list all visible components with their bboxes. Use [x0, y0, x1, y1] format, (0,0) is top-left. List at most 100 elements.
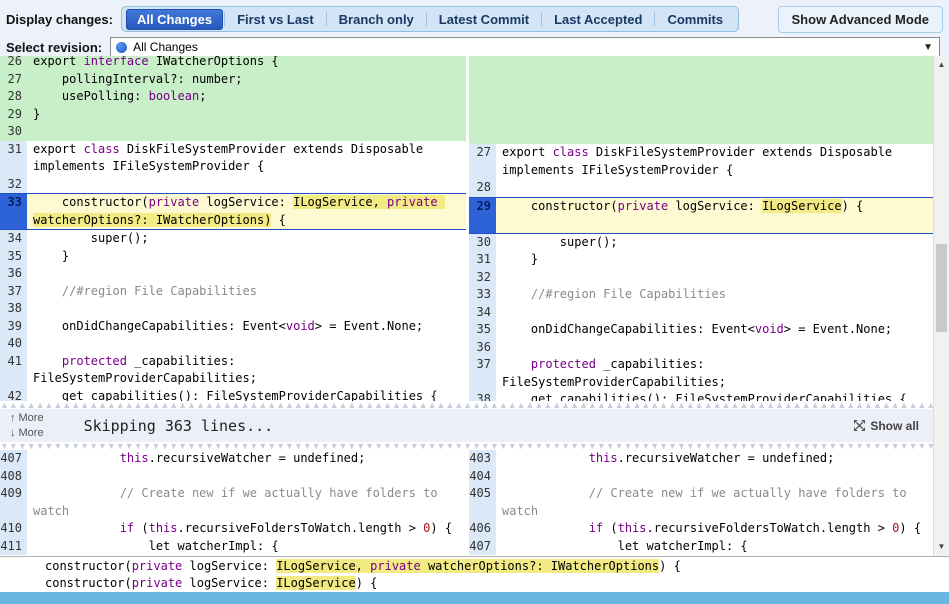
torn-edge-bottom: ▼▼▼▼▼▼▼▼▼▼▼▼▼▼▼▼▼▼▼▼▼▼▼▼▼▼▼▼▼▼▼▼▼▼▼▼▼▼▼▼… [0, 442, 933, 450]
footer-code-line: constructor(private logService: ILogServ… [45, 559, 681, 573]
code-row[interactable]: 32 [469, 268, 933, 287]
code-row[interactable]: 409 // Create new if we actually have fo… [0, 485, 466, 520]
code-line: if (this.recursiveFoldersToWatch.length … [588, 521, 922, 535]
code-row[interactable]: 38 [0, 300, 466, 318]
line-number: 33 [0, 194, 27, 229]
code-row[interactable]: 30 [0, 123, 466, 141]
line-number: 407 [469, 537, 496, 555]
scroll-down-icon[interactable]: ▼ [934, 540, 949, 554]
code-row[interactable]: 28 [469, 179, 933, 197]
line-number: 405 [469, 485, 496, 520]
more-down-button[interactable]: ↓ More [10, 426, 44, 441]
tab-latest-commit[interactable]: Latest Commit [428, 9, 540, 30]
tab-first-vs-last[interactable]: First vs Last [226, 9, 325, 30]
line-number: 38 [469, 391, 496, 401]
code-row[interactable]: 39 onDidChangeCapabilities: Event<void> … [0, 317, 466, 335]
code-row[interactable]: 34 super(); [0, 230, 466, 248]
code-row[interactable]: 33 constructor(private logService: ILogS… [0, 193, 466, 230]
diff-pane-old-bottom: 407 this.recursiveWatcher = undefined; 40… [0, 450, 469, 556]
expand-icon [854, 420, 866, 431]
revision-select[interactable]: All Changes ▼ [110, 37, 940, 57]
code-row[interactable]: 29 constructor(private logService: ILogS… [469, 196, 933, 234]
code-line: let watcherImpl: { [502, 538, 748, 553]
code-line: //#region File Capabilities [502, 287, 726, 301]
line-number: 31 [0, 140, 27, 176]
code-line: super(); [502, 234, 618, 249]
code-line: protected _capabilities: FileSystemProvi… [502, 357, 726, 389]
line-number: 34 [469, 303, 496, 321]
line-number: 403 [469, 450, 496, 468]
code-line: this.recursiveWatcher = undefined; [588, 451, 835, 465]
code-row[interactable]: 406 if (this.recursiveFoldersToWatch.len… [469, 520, 933, 538]
scrollbar-thumb[interactable] [936, 244, 947, 332]
line-number: 40 [0, 335, 27, 353]
code-row[interactable]: 27 pollingInterval?: number; [0, 70, 466, 88]
vertical-scrollbar[interactable]: ▲ ▼ [933, 56, 949, 556]
code-row[interactable]: 411 let watcherImpl: { [0, 537, 466, 555]
tab-all-changes[interactable]: All Changes [125, 8, 224, 30]
code-line: this.recursiveWatcher = undefined; [119, 451, 366, 465]
line-number: 29 [469, 197, 496, 233]
code-row[interactable]: 36 [0, 265, 466, 283]
code-row[interactable]: 33 //#region File Capabilities [469, 286, 933, 304]
code-row[interactable]: 41 protected _capabilities: FileSystemPr… [0, 352, 466, 388]
line-number: 26 [0, 56, 27, 71]
code-row[interactable]: 410 if (this.recursiveFoldersToWatch.len… [0, 520, 466, 538]
code-row[interactable]: 26 export interface IWatcherOptions { [0, 56, 466, 71]
code-row[interactable]: 35 onDidChangeCapabilities: Event<void> … [469, 321, 933, 339]
code-row[interactable]: 36 [469, 338, 933, 357]
tab-branch-only[interactable]: Branch only [328, 9, 425, 30]
code-line: get capabilities(): FileSystemProviderCa… [33, 388, 438, 402]
code-row[interactable]: 34 [469, 303, 933, 321]
code-row[interactable]: 407 this.recursiveWatcher = undefined; [0, 450, 466, 468]
skipped-lines-band: ▲▲▲▲▲▲▲▲▲▲▲▲▲▲▲▲▲▲▲▲▲▲▲▲▲▲▲▲▲▲▲▲▲▲▲▲▲▲▲▲… [0, 401, 933, 450]
code-row[interactable]: 32 [0, 175, 466, 194]
tab-last-accepted[interactable]: Last Accepted [543, 9, 653, 30]
line-number: 27 [469, 144, 496, 179]
code-row[interactable]: 408 [0, 467, 466, 485]
code-row[interactable]: 407 let watcherImpl: { [469, 537, 933, 555]
code-line: let watcherImpl: { [33, 538, 279, 553]
code-row[interactable]: 30 super(); [469, 233, 933, 251]
code-row[interactable]: 38 get capabilities(): FileSystemProvide… [469, 391, 933, 401]
code-row[interactable]: 27 export class DiskFileSystemProvider ex… [469, 144, 933, 179]
bottom-scrollbar[interactable] [0, 592, 949, 604]
line-number: 30 [0, 123, 27, 141]
code-row[interactable]: 404 [469, 467, 933, 486]
diff-pane-new: 27 export class DiskFileSystemProvider ex… [469, 56, 933, 401]
more-up-button[interactable]: ↑ More [10, 411, 44, 426]
code-row[interactable]: 403 this.recursiveWatcher = undefined; [469, 450, 933, 468]
code-line: // Create new if we actually have folder… [502, 486, 914, 518]
line-number: 33 [469, 286, 496, 304]
line-number: 37 [469, 356, 496, 391]
line-number: 42 [0, 387, 27, 401]
code-row[interactable]: 405 // Create new if we actually have fo… [469, 485, 933, 520]
code-row[interactable]: 31 } [469, 251, 933, 269]
line-number: 410 [0, 520, 27, 538]
code-line: // Create new if we actually have folder… [33, 486, 445, 518]
show-advanced-mode-button[interactable]: Show Advanced Mode [777, 5, 943, 33]
skipping-lines-label: Skipping 363 lines... [83, 416, 274, 435]
code-row[interactable]: 29} [0, 105, 466, 123]
tab-separator [425, 12, 427, 26]
code-line: export class DiskFileSystemProvider exte… [33, 141, 431, 174]
code-row[interactable]: 35 } [0, 247, 466, 265]
tab-commits[interactable]: Commits [656, 9, 734, 30]
line-number: 409 [0, 485, 27, 520]
show-all-button[interactable]: Show all [854, 419, 919, 433]
code-row[interactable]: 37 //#region File Capabilities [0, 282, 466, 300]
code-line: } [27, 105, 466, 123]
scroll-up-icon[interactable]: ▲ [934, 58, 949, 72]
code-row[interactable]: 37 protected _capabilities: FileSystemPr… [469, 356, 933, 391]
line-number: 411 [0, 537, 27, 555]
code-line: get capabilities(): FileSystemProviderCa… [502, 392, 907, 401]
code-row[interactable]: 40 [0, 335, 466, 353]
code-row[interactable]: 42 get capabilities(): FileSystemProvide… [0, 387, 466, 402]
tab-separator [541, 12, 543, 26]
code-row[interactable]: 31 export class DiskFileSystemProvider ex… [0, 140, 466, 176]
code-row[interactable]: 28 usePolling: boolean; [0, 88, 466, 106]
